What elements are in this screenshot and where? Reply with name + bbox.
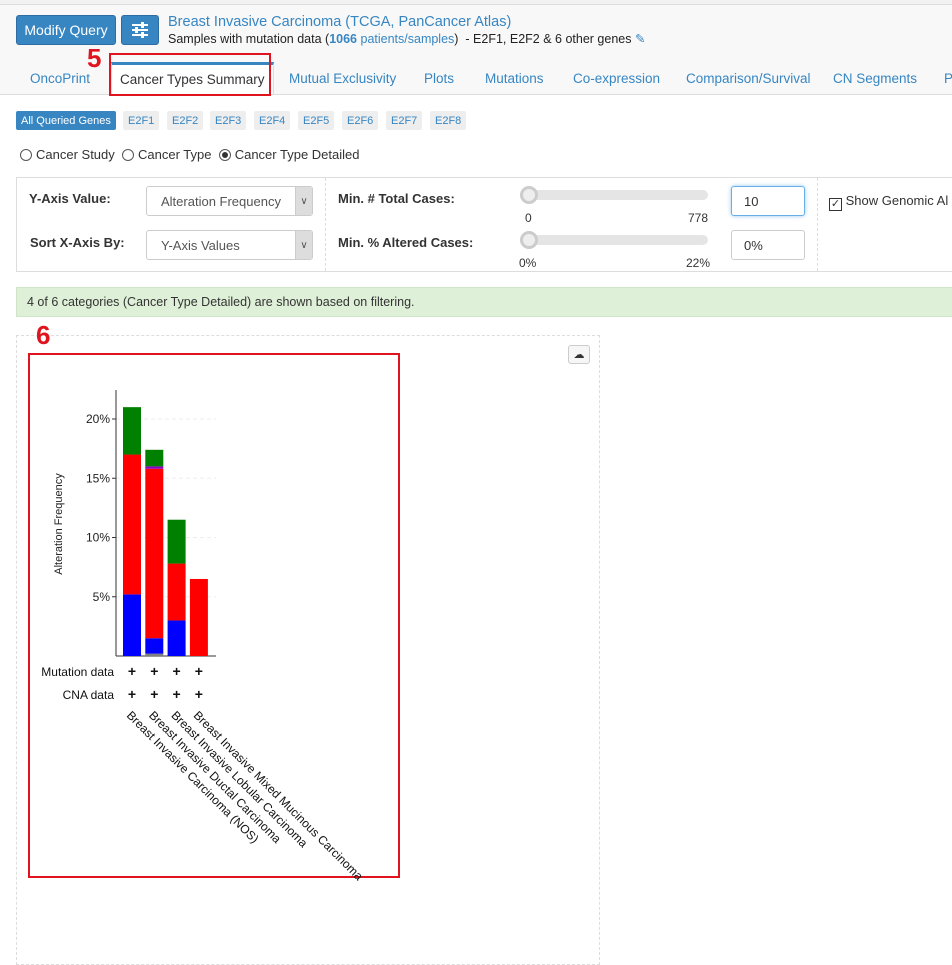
min-total-slider[interactable] <box>520 190 708 200</box>
grouping-radios: Cancer Study Cancer Type Cancer Type Det… <box>20 147 359 162</box>
samples-link[interactable]: patients/samples <box>357 32 454 46</box>
gene-e2f3[interactable]: E2F3 <box>210 111 247 130</box>
tab-more[interactable]: P <box>944 62 952 94</box>
samples-prefix: Samples with mutation data ( <box>168 32 330 46</box>
study-title-link[interactable]: Breast Invasive Carcinoma (TCGA, PanCanc… <box>168 14 511 30</box>
divider <box>325 178 326 271</box>
chevron-down-icon: ∨ <box>295 231 312 259</box>
tab-plots[interactable]: Plots <box>424 62 454 94</box>
min-total-min: 0 <box>525 211 532 225</box>
cloud-download-icon[interactable]: ☁ <box>568 345 590 364</box>
genes-text: - E2F1, E2F2 & 6 other genes <box>465 32 632 46</box>
tab-co-expression[interactable]: Co-expression <box>573 62 660 94</box>
min-total-input[interactable]: 10 <box>731 186 805 216</box>
gene-all[interactable]: All Queried Genes <box>16 111 116 130</box>
gene-e2f5[interactable]: E2F5 <box>298 111 335 130</box>
min-altered-slider-handle[interactable] <box>520 231 538 249</box>
tab-mutations[interactable]: Mutations <box>485 62 544 94</box>
y-axis-select[interactable]: Alteration Frequency ∨ <box>146 186 313 216</box>
divider <box>817 178 818 271</box>
show-genomic-checkbox[interactable]: ✓ Show Genomic Al <box>829 193 948 211</box>
tab-comparison-survival[interactable]: Comparison/Survival <box>686 62 811 94</box>
tab-cn-segments[interactable]: CN Segments <box>833 62 917 94</box>
modify-query-button[interactable]: Modify Query <box>16 15 116 45</box>
radio-cancer-type[interactable]: Cancer Type <box>122 147 211 162</box>
min-total-max: 778 <box>688 211 709 225</box>
sort-select[interactable]: Y-Axis Values ∨ <box>146 230 313 260</box>
samples-count[interactable]: 1066 <box>329 32 357 46</box>
annotation-6: 6 <box>36 320 51 350</box>
gene-e2f6[interactable]: E2F6 <box>342 111 379 130</box>
min-altered-slider[interactable] <box>520 235 708 245</box>
y-axis-label: Y-Axis Value: <box>29 191 111 206</box>
gene-e2f2[interactable]: E2F2 <box>167 111 204 130</box>
min-altered-max: 22% <box>686 256 711 270</box>
sliders-icon[interactable] <box>121 15 159 45</box>
radio-cancer-study[interactable]: Cancer Study <box>20 147 115 162</box>
gene-e2f7[interactable]: E2F7 <box>386 111 423 130</box>
gene-e2f8[interactable]: E2F8 <box>430 111 467 130</box>
samples-suffix: ) <box>454 32 459 46</box>
min-altered-input[interactable]: 0% <box>731 230 805 260</box>
annotation-5: 5 <box>87 43 102 73</box>
min-altered-min: 0% <box>519 256 537 270</box>
tab-mutual-exclusivity[interactable]: Mutual Exclusivity <box>289 62 396 94</box>
chevron-down-icon: ∨ <box>295 187 312 215</box>
annotation-box-5 <box>109 53 271 96</box>
tab-oncoprint[interactable]: OncoPrint <box>30 62 90 94</box>
min-total-slider-handle[interactable] <box>520 186 538 204</box>
gene-e2f4[interactable]: E2F4 <box>254 111 291 130</box>
radio-cancer-type-detailed[interactable]: Cancer Type Detailed <box>218 147 359 162</box>
filter-alert: 4 of 6 categories (Cancer Type Detailed)… <box>16 287 952 317</box>
sort-label: Sort X-Axis By: <box>30 235 125 250</box>
checkbox-checked-icon[interactable]: ✓ <box>829 198 842 211</box>
annotation-box-6 <box>28 353 400 878</box>
samples-summary: Samples with mutation data (1066 patient… <box>168 31 645 46</box>
min-altered-label: Min. % Altered Cases: <box>338 235 474 250</box>
pencil-icon[interactable]: ✎ <box>635 32 645 46</box>
min-total-label: Min. # Total Cases: <box>338 191 455 206</box>
gene-e2f1[interactable]: E2F1 <box>123 111 160 130</box>
